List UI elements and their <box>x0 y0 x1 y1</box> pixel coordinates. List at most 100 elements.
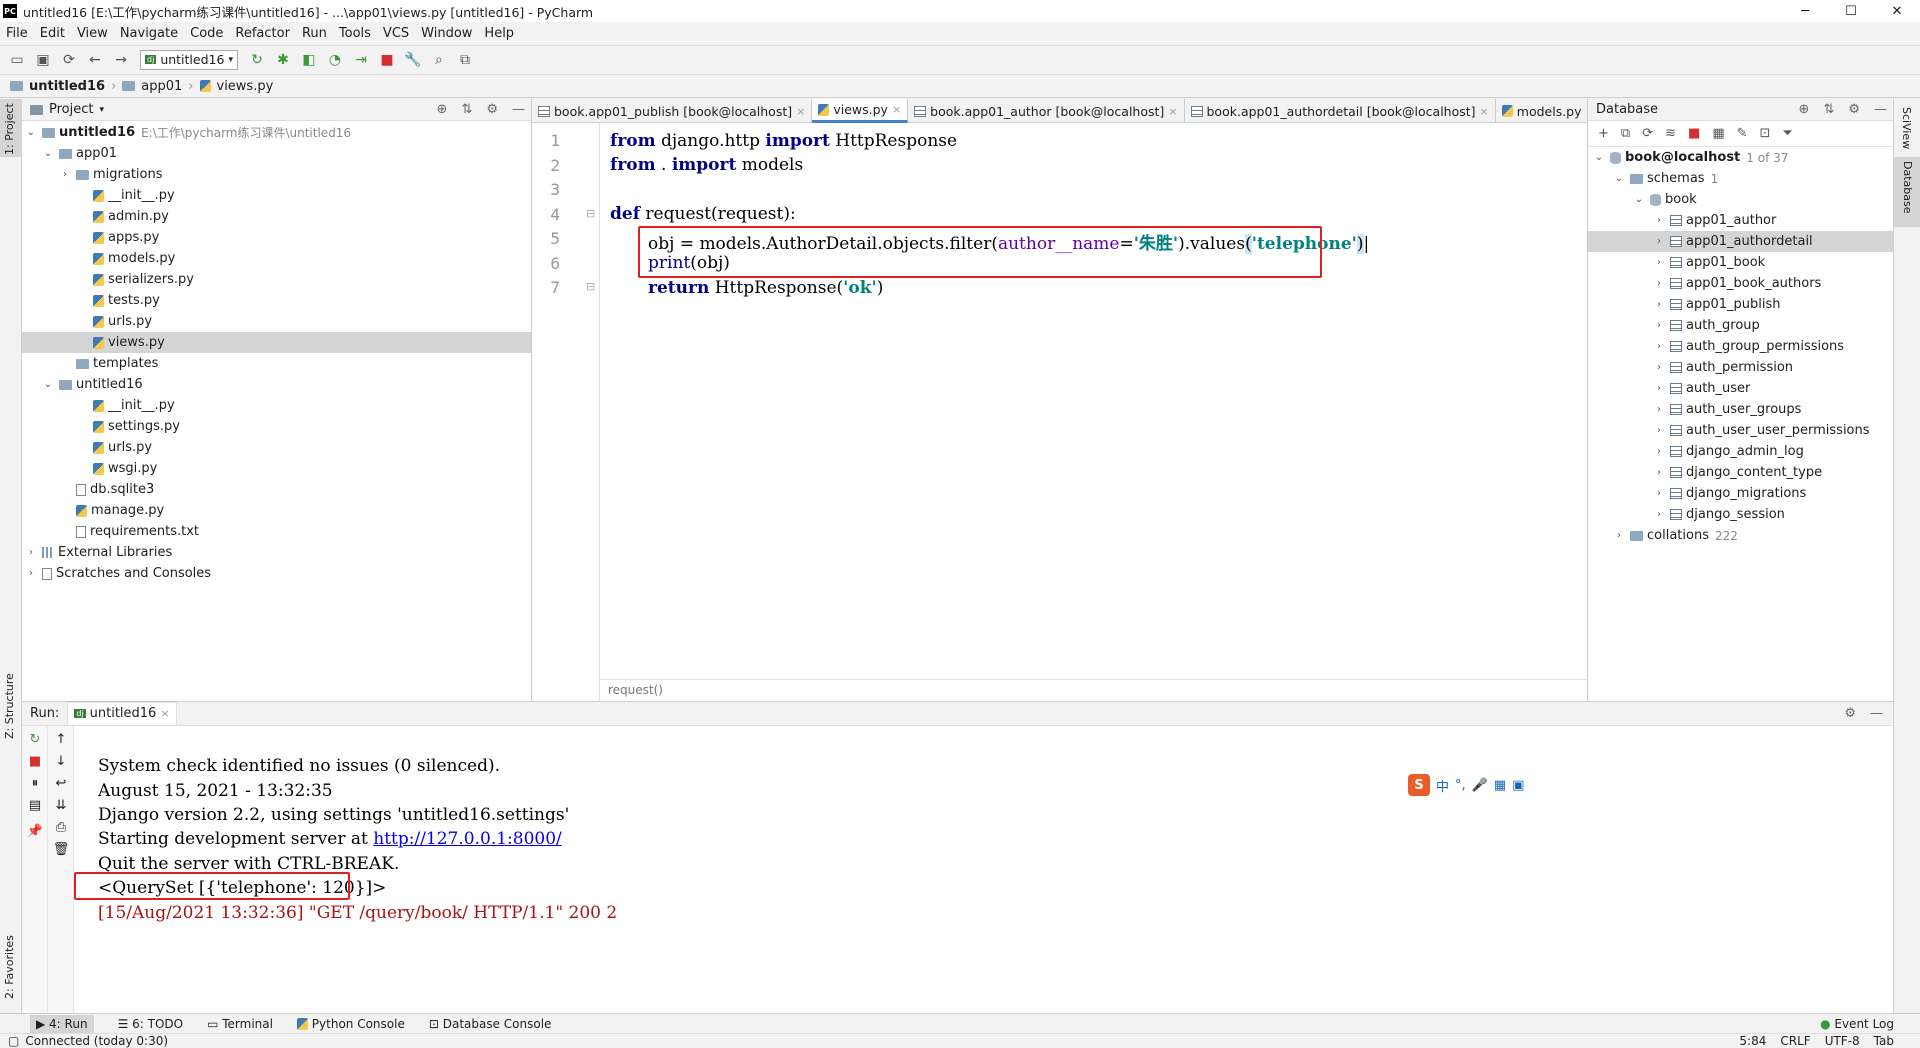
code-line-4[interactable]: def request(request): <box>610 204 796 224</box>
stop-icon[interactable]: ■ <box>1688 126 1700 141</box>
stop-icon[interactable]: ■ <box>376 49 398 71</box>
tab-views-py[interactable]: views.py × <box>812 99 909 123</box>
stop-icon[interactable]: ■ <box>26 752 44 770</box>
schema-icon[interactable]: ≋ <box>1665 126 1676 141</box>
db-table-node[interactable]: › app01_authordetail <box>1588 231 1893 252</box>
chevron-right-icon[interactable]: › <box>1652 341 1666 352</box>
keyboard-icon[interactable]: ▦ <box>1494 778 1506 793</box>
chevron-right-icon[interactable]: › <box>1652 383 1666 394</box>
menu-navigate[interactable]: Navigate <box>114 26 184 41</box>
code-line-2[interactable]: from . import models <box>610 155 803 175</box>
chevron-right-icon[interactable]: › <box>1652 362 1666 373</box>
file-encoding[interactable]: UTF-8 <box>1825 1034 1860 1048</box>
rerun-icon[interactable]: ↻ <box>246 49 268 71</box>
code-line-1[interactable]: from django.http import HttpResponse <box>610 131 957 151</box>
chevron-down-icon[interactable]: ⌄ <box>1612 173 1626 184</box>
run-tool-tab[interactable]: ▶ 4: Run <box>30 1014 94 1033</box>
line-separator[interactable]: CRLF <box>1780 1034 1810 1048</box>
tab-author-table[interactable]: book.app01_author [book@localhost] × <box>908 99 1185 123</box>
favorites-tool-label[interactable]: 2: Favorites <box>3 935 16 999</box>
db-table-node[interactable]: › app01_book_authors <box>1588 273 1893 294</box>
menu-help[interactable]: Help <box>478 26 520 41</box>
chevron-down-icon[interactable]: ⌄ <box>1632 194 1646 205</box>
coverage-icon[interactable]: ◧ <box>298 49 320 71</box>
db-table-node[interactable]: › django_admin_log <box>1588 441 1893 462</box>
chevron-down-icon[interactable]: ▾ <box>99 105 104 115</box>
gear-icon[interactable]: ⚙ <box>1844 706 1856 721</box>
wrench-icon[interactable]: 🔧 <box>402 49 424 71</box>
chevron-right-icon[interactable]: › <box>1652 257 1666 268</box>
layout-icon[interactable]: ▤ <box>26 796 44 814</box>
pin-icon[interactable]: 📌 <box>26 822 44 840</box>
trash-icon[interactable]: 🗑 <box>52 840 70 858</box>
tree-node[interactable]: __init__.py <box>22 395 531 416</box>
tree-node[interactable]: › Scratches and Consoles <box>22 563 531 584</box>
menu-view[interactable]: View <box>71 26 114 41</box>
tree-node[interactable]: urls.py <box>22 311 531 332</box>
back-icon[interactable]: ← <box>84 49 106 71</box>
chevron-right-icon[interactable]: › <box>1652 509 1666 520</box>
database-panel-title[interactable]: Database <box>1596 102 1658 117</box>
database-tool-label[interactable]: Database <box>1894 157 1920 227</box>
tree-node[interactable]: wsgi.py <box>22 458 531 479</box>
tree-node[interactable]: apps.py <box>22 227 531 248</box>
db-table-node[interactable]: › django_migrations <box>1588 483 1893 504</box>
collapse-icon[interactable]: ⇅ <box>461 102 472 117</box>
db-table-node[interactable]: › auth_user_user_permissions <box>1588 420 1893 441</box>
breadcrumb-file[interactable]: views.py <box>217 79 274 94</box>
microphone-icon[interactable]: 🎤 <box>1472 778 1488 793</box>
db-collations-node[interactable]: › collations 222 <box>1588 525 1893 546</box>
scroll-end-icon[interactable]: ⇊ <box>52 796 70 814</box>
tree-node[interactable]: manage.py <box>22 500 531 521</box>
chevron-right-icon[interactable]: › <box>1652 236 1666 247</box>
todo-tool-tab[interactable]: ☰ 6: TODO <box>118 1017 184 1031</box>
open-icon[interactable]: ▭ <box>6 49 28 71</box>
close-tab-icon[interactable]: × <box>892 103 901 116</box>
tree-node[interactable]: ⌄ untitled16 E:\工作\pycharm练习课件\untitled16 <box>22 122 531 143</box>
debug-icon[interactable]: ✱ <box>272 49 294 71</box>
chevron-right-icon[interactable]: › <box>24 547 38 558</box>
gear-icon[interactable]: ⚙ <box>1848 102 1860 117</box>
tree-node[interactable]: __init__.py <box>22 185 531 206</box>
chevron-right-icon[interactable]: › <box>24 568 38 579</box>
menu-window[interactable]: Window <box>415 26 478 41</box>
db-table-node[interactable]: › app01_book <box>1588 252 1893 273</box>
soft-wrap-icon[interactable]: ↩ <box>52 774 70 792</box>
sync-icon[interactable]: ⟳ <box>58 49 80 71</box>
profile-icon[interactable]: ◔ <box>324 49 346 71</box>
hide-icon[interactable]: — <box>512 102 525 117</box>
grid-icon[interactable]: ▣ <box>1512 778 1524 793</box>
close-tab-icon[interactable]: × <box>796 105 805 118</box>
chevron-right-icon[interactable]: › <box>1652 488 1666 499</box>
chevron-down-icon[interactable]: ⌄ <box>41 148 55 159</box>
chevron-right-icon[interactable]: › <box>1652 446 1666 457</box>
edit-icon[interactable]: ✎ <box>1737 126 1748 141</box>
chevron-down-icon[interactable]: ⌄ <box>24 127 38 138</box>
copy-icon[interactable]: ⧉ <box>1621 126 1630 141</box>
tree-node[interactable]: tests.py <box>22 290 531 311</box>
tree-node[interactable]: › migrations <box>22 164 531 185</box>
search-icon[interactable]: ⌕ <box>428 49 450 71</box>
minimize-button[interactable]: ─ <box>1782 0 1828 22</box>
menu-file[interactable]: File <box>0 26 34 41</box>
project-panel-title[interactable]: Project <box>49 102 93 117</box>
tree-node[interactable]: settings.py <box>22 416 531 437</box>
locate-icon[interactable]: ⊕ <box>1799 102 1810 117</box>
run-tab[interactable]: dj untitled16 × <box>67 701 177 726</box>
close-tab-icon[interactable]: × <box>1480 105 1489 118</box>
chevron-right-icon[interactable]: › <box>1652 278 1666 289</box>
sciview-tool-label[interactable]: SciView <box>1900 107 1913 149</box>
hide-icon[interactable]: — <box>1874 102 1887 117</box>
concurrency-icon[interactable]: ⇥ <box>350 49 372 71</box>
vcs-icon[interactable]: ⧉ <box>454 49 476 71</box>
db-table-node[interactable]: › auth_group <box>1588 315 1893 336</box>
up-icon[interactable]: ↑ <box>52 730 70 748</box>
db-table-node[interactable]: › auth_user <box>1588 378 1893 399</box>
down-icon[interactable]: ↓ <box>52 752 70 770</box>
menu-run[interactable]: Run <box>296 26 333 41</box>
db-table-node[interactable]: › app01_publish <box>1588 294 1893 315</box>
chevron-right-icon[interactable]: › <box>1652 299 1666 310</box>
editor-status-crumb[interactable]: request() <box>600 679 1587 701</box>
chevron-right-icon[interactable]: › <box>1652 320 1666 331</box>
chevron-right-icon[interactable]: › <box>1652 425 1666 436</box>
